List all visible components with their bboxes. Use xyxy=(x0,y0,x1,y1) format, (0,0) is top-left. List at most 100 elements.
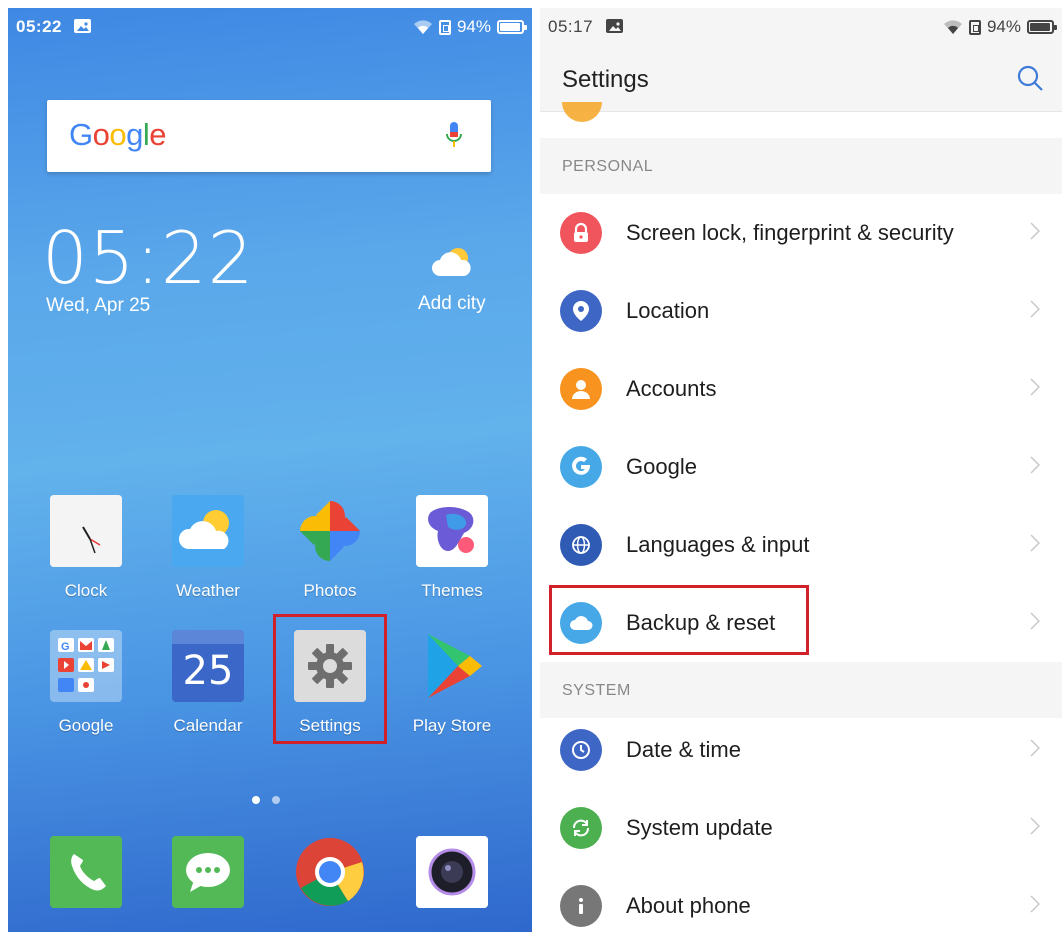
battery-percent: 94% xyxy=(456,17,491,36)
info-icon xyxy=(560,885,602,927)
battery-percent: 94% xyxy=(986,17,1021,36)
settings-item-accounts[interactable]: Accounts xyxy=(540,350,1062,428)
themes-icon xyxy=(416,495,488,567)
section-label: SYSTEM xyxy=(562,682,631,699)
clock-icon xyxy=(560,729,602,771)
app-label: Photos xyxy=(303,581,357,600)
messages-icon xyxy=(172,836,244,908)
app-label: Calendar xyxy=(173,716,243,735)
page-dot[interactable] xyxy=(252,796,260,804)
calendar-day: 25 xyxy=(182,648,234,694)
lock-icon xyxy=(560,212,602,254)
partial-list-icon xyxy=(562,102,602,122)
battery-fill xyxy=(500,23,520,31)
chevron-right-icon xyxy=(1030,739,1040,757)
sim-icon xyxy=(968,19,981,35)
svg-text:G: G xyxy=(61,641,70,653)
image-notification-icon xyxy=(74,19,91,33)
settings-item-system-update[interactable]: System update xyxy=(540,789,1062,867)
dock-messages[interactable] xyxy=(153,836,263,908)
app-google-folder[interactable]: G Google xyxy=(31,630,141,736)
settings-item-label: Date & time xyxy=(626,737,741,762)
dock-camera[interactable] xyxy=(397,836,507,908)
search-icon[interactable] xyxy=(1016,64,1044,97)
add-city-link[interactable]: Add city xyxy=(418,293,486,315)
app-label: Weather xyxy=(176,581,240,600)
location-pin-icon xyxy=(560,290,602,332)
play-store-icon xyxy=(416,630,488,702)
status-bar: 05:22 94% xyxy=(8,8,532,46)
google-search-bar[interactable]: Google xyxy=(47,100,491,172)
home-date: Wed, Apr 25 xyxy=(46,295,151,316)
google-logo-letter: o xyxy=(92,117,110,152)
weather-icon xyxy=(172,495,244,567)
dock-chrome[interactable] xyxy=(275,836,385,908)
chevron-right-icon xyxy=(1030,534,1040,552)
section-label: PERSONAL xyxy=(562,158,654,175)
section-header-personal: PERSONAL xyxy=(540,138,1062,194)
settings-item-google[interactable]: Google xyxy=(540,428,1062,506)
backup-reset-highlight-box xyxy=(549,585,809,655)
settings-item-label: Screen lock, fingerprint & security xyxy=(626,220,954,245)
settings-item-location[interactable]: Location xyxy=(540,272,1062,350)
settings-item-label: System update xyxy=(626,815,773,840)
status-time: 05:22 xyxy=(16,17,62,36)
app-clock[interactable]: Clock xyxy=(31,495,141,601)
battery-icon xyxy=(497,20,527,34)
chevron-right-icon xyxy=(1030,612,1040,630)
google-logo-letter: o xyxy=(109,117,127,152)
settings-screen: 05:17 94% Settings PERSONAL Screen lock,… xyxy=(540,8,1062,932)
settings-item-label: Location xyxy=(626,298,710,323)
settings-item-label: Languages & input xyxy=(626,532,810,557)
google-g-icon xyxy=(560,446,602,488)
calendar-icon: 25 xyxy=(172,630,244,702)
home-screen: 05:22 94% Google 05:22 Wed, Apr 25 Add c… xyxy=(8,8,532,932)
person-icon xyxy=(560,368,602,410)
settings-item-date-time[interactable]: Date & time xyxy=(540,711,1062,789)
google-logo-letter: e xyxy=(149,117,167,152)
settings-item-about-phone[interactable]: About phone xyxy=(540,867,1062,932)
page-dot[interactable] xyxy=(272,796,280,804)
app-photos[interactable]: Photos xyxy=(275,495,385,601)
dock-phone[interactable] xyxy=(31,836,141,908)
app-label: Clock xyxy=(64,581,108,600)
globe-icon xyxy=(560,524,602,566)
app-label: Themes xyxy=(421,581,483,600)
sim-icon xyxy=(438,19,451,35)
app-themes[interactable]: Themes xyxy=(397,495,507,601)
chevron-right-icon xyxy=(1030,817,1040,835)
app-play-store[interactable]: Play Store xyxy=(397,630,507,736)
chevron-right-icon xyxy=(1030,378,1040,396)
refresh-icon xyxy=(560,807,602,849)
settings-item-label: About phone xyxy=(626,893,751,918)
photos-icon xyxy=(294,495,366,567)
app-weather[interactable]: Weather xyxy=(153,495,263,601)
chevron-right-icon xyxy=(1030,300,1040,318)
wifi-icon xyxy=(943,19,962,34)
settings-app-highlight-box xyxy=(273,614,387,744)
app-label: Play Store xyxy=(412,716,492,735)
battery-icon xyxy=(1027,20,1057,34)
camera-icon xyxy=(416,836,488,908)
chevron-right-icon xyxy=(1030,456,1040,474)
chrome-icon xyxy=(294,836,366,908)
battery-fill xyxy=(1030,23,1050,31)
home-clock-widget[interactable]: 05:22 xyxy=(42,216,255,300)
status-bar: 05:17 94% xyxy=(540,8,1062,46)
settings-item-label: Google xyxy=(626,454,697,479)
settings-item-languages[interactable]: Languages & input xyxy=(540,506,1062,584)
settings-item-security[interactable]: Screen lock, fingerprint & security xyxy=(540,194,1062,272)
chevron-right-icon xyxy=(1030,895,1040,913)
phone-icon xyxy=(50,836,122,908)
status-time: 05:17 xyxy=(548,17,594,36)
google-logo: Google xyxy=(69,117,167,153)
app-calendar[interactable]: 25 Calendar xyxy=(153,630,263,736)
image-notification-icon xyxy=(606,19,623,33)
settings-item-label: Accounts xyxy=(626,376,717,401)
google-logo-letter: g xyxy=(126,117,143,152)
microphone-icon[interactable] xyxy=(445,120,463,157)
app-label: Google xyxy=(58,716,114,735)
weather-cloud-icon[interactable] xyxy=(430,246,474,283)
chevron-right-icon xyxy=(1030,222,1040,240)
google-folder-icon: G xyxy=(50,630,122,702)
